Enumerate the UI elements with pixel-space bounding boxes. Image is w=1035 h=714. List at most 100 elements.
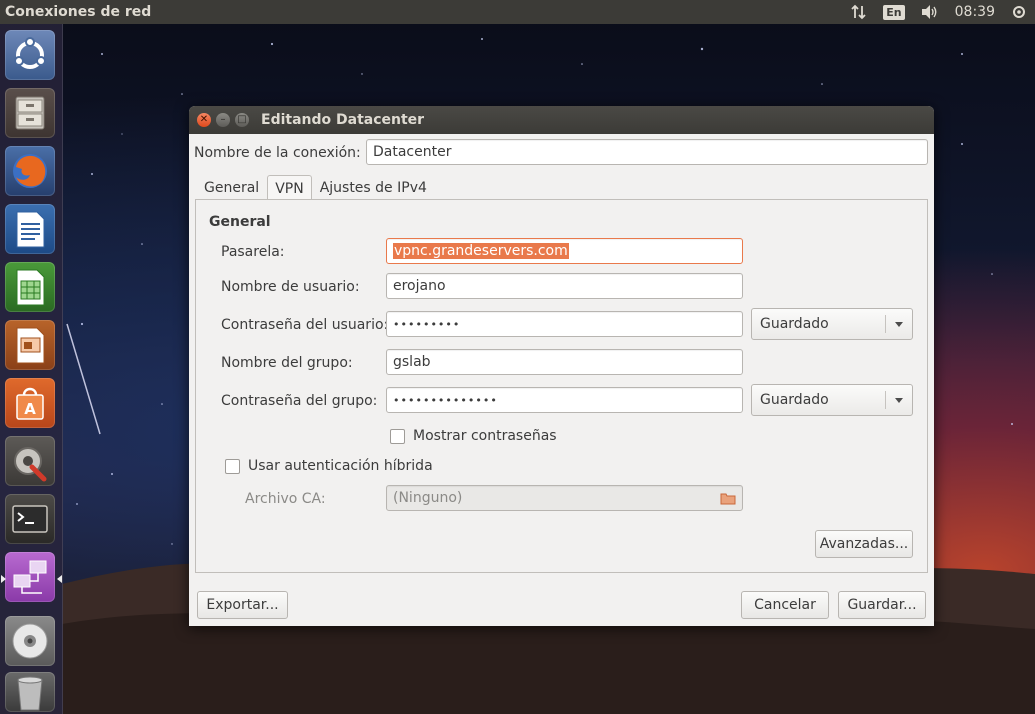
ca-file-label: Archivo CA:: [245, 491, 326, 507]
section-title-general: General: [209, 214, 271, 230]
user-password-value: •••••••••: [393, 317, 461, 331]
save-button[interactable]: Guardar...: [838, 591, 926, 619]
terminal-icon: [12, 505, 48, 533]
launcher-item-disc[interactable]: [5, 616, 55, 666]
firefox-icon: [13, 154, 47, 188]
power-gear-icon: [1013, 6, 1025, 18]
tab-ipv4-label: Ajustes de IPv4: [319, 180, 427, 196]
export-button[interactable]: Exportar...: [197, 591, 288, 619]
chevron-down-icon: [895, 398, 903, 403]
tab-general-label: General: [204, 180, 260, 196]
ubuntu-logo-icon: [14, 37, 46, 69]
tab-general[interactable]: General: [196, 174, 267, 201]
cd-icon: [12, 623, 48, 659]
top-panel: Conexiones de red En 08:39: [0, 0, 1035, 24]
username-label: Nombre de usuario:: [221, 279, 360, 295]
speaker-icon: [921, 5, 937, 19]
file-cabinet-icon: [15, 96, 45, 130]
gateway-value: vpnc.grandeservers.com: [393, 243, 569, 259]
tab-vpn-label: VPN: [275, 181, 304, 197]
network-indicator[interactable]: [843, 0, 875, 24]
clock[interactable]: 08:39: [947, 0, 1003, 24]
advanced-button[interactable]: Avanzadas...: [815, 530, 913, 558]
keyboard-layout-indicator[interactable]: En: [875, 0, 912, 24]
dialog-title: Editando Datacenter: [261, 112, 425, 128]
edit-connection-dialog: ✕ – □ Editando Datacenter Nombre de la c…: [189, 106, 934, 626]
group-password-mode-value: Guardado: [760, 392, 829, 408]
volume-indicator[interactable]: [913, 0, 947, 24]
launcher-item-writer[interactable]: [5, 204, 55, 254]
panel-app-title: Conexiones de red: [5, 4, 152, 20]
save-button-label: Guardar...: [847, 597, 917, 613]
network-arrows-icon: [851, 4, 866, 20]
hybrid-auth-label: Usar autenticación híbrida: [248, 458, 433, 474]
vpn-tab-page: General Pasarela: vpnc.grandeservers.com…: [195, 199, 928, 573]
ca-file-chooser[interactable]: (Ninguno): [386, 485, 743, 511]
combo-separator: [885, 391, 886, 409]
network-icon: [13, 560, 47, 594]
hybrid-auth-checkbox[interactable]: Usar autenticación híbrida: [225, 458, 433, 474]
user-password-mode-value: Guardado: [760, 316, 829, 332]
focused-app-arrow-icon: [57, 575, 62, 583]
launcher-item-software-center[interactable]: A: [5, 378, 55, 428]
ca-file-value: (Ninguno): [393, 490, 463, 506]
dialog-titlebar[interactable]: ✕ – □ Editando Datacenter: [189, 106, 934, 134]
username-input[interactable]: erojano: [386, 273, 743, 299]
launcher: A: [0, 24, 63, 714]
launcher-item-network[interactable]: [5, 552, 55, 602]
maximize-icon: □: [237, 114, 247, 125]
libreoffice-impress-icon: [16, 327, 45, 364]
launcher-item-impress[interactable]: [5, 320, 55, 370]
launcher-item-terminal[interactable]: [5, 494, 55, 544]
launcher-item-settings[interactable]: [5, 436, 55, 486]
export-button-label: Exportar...: [206, 597, 279, 613]
minimize-icon: –: [220, 114, 226, 125]
user-password-label: Contraseña del usuario:: [221, 317, 389, 333]
maximize-window-button[interactable]: □: [235, 113, 249, 127]
combo-separator: [885, 315, 886, 333]
user-password-mode-select[interactable]: Guardado: [751, 308, 913, 340]
group-name-value: gslab: [393, 354, 431, 370]
show-passwords-checkbox[interactable]: Mostrar contraseñas: [390, 428, 557, 444]
gateway-input[interactable]: vpnc.grandeservers.com: [386, 238, 743, 264]
launcher-item-dash[interactable]: [5, 30, 55, 80]
advanced-button-label: Avanzadas...: [819, 536, 909, 552]
connection-name-value: Datacenter: [373, 144, 452, 160]
group-name-label: Nombre del grupo:: [221, 355, 353, 371]
svg-text:A: A: [24, 400, 36, 418]
minimize-window-button[interactable]: –: [216, 113, 230, 127]
checkbox-box[interactable]: [225, 458, 240, 474]
launcher-item-trash[interactable]: [5, 672, 55, 712]
group-password-value: ••••••••••••••: [393, 393, 498, 407]
launcher-item-calc[interactable]: [5, 262, 55, 312]
launcher-item-firefox[interactable]: [5, 146, 55, 196]
session-indicator[interactable]: [1003, 0, 1035, 24]
user-password-input[interactable]: •••••••••: [386, 311, 743, 337]
libreoffice-writer-icon: [16, 211, 45, 248]
connection-name-label: Nombre de la conexión:: [194, 145, 361, 161]
tab-bar: General VPN Ajustes de IPv4: [196, 174, 435, 202]
close-window-button[interactable]: ✕: [197, 113, 211, 127]
gateway-label: Pasarela:: [221, 244, 285, 260]
close-icon: ✕: [199, 114, 209, 125]
cancel-button[interactable]: Cancelar: [741, 591, 829, 619]
show-passwords-label: Mostrar contraseñas: [413, 428, 557, 444]
group-password-input[interactable]: ••••••••••••••: [386, 387, 743, 413]
gear-wrench-icon: [14, 447, 47, 482]
chevron-down-icon: [895, 322, 903, 327]
username-value: erojano: [393, 278, 446, 294]
tab-ipv4[interactable]: Ajustes de IPv4: [312, 174, 435, 201]
checkbox-box[interactable]: [390, 428, 405, 444]
shopping-bag-icon: A: [16, 387, 44, 420]
cancel-button-label: Cancelar: [754, 597, 816, 613]
launcher-item-files[interactable]: [5, 88, 55, 138]
group-password-label: Contraseña del grupo:: [221, 393, 378, 409]
folder-icon: [720, 493, 736, 505]
tab-vpn[interactable]: VPN: [267, 175, 312, 202]
trash-icon: [17, 676, 43, 711]
running-indicator-icon: [1, 575, 6, 583]
group-name-input[interactable]: gslab: [386, 349, 743, 375]
libreoffice-calc-icon: [16, 269, 45, 306]
connection-name-input[interactable]: Datacenter: [366, 139, 928, 165]
group-password-mode-select[interactable]: Guardado: [751, 384, 913, 416]
